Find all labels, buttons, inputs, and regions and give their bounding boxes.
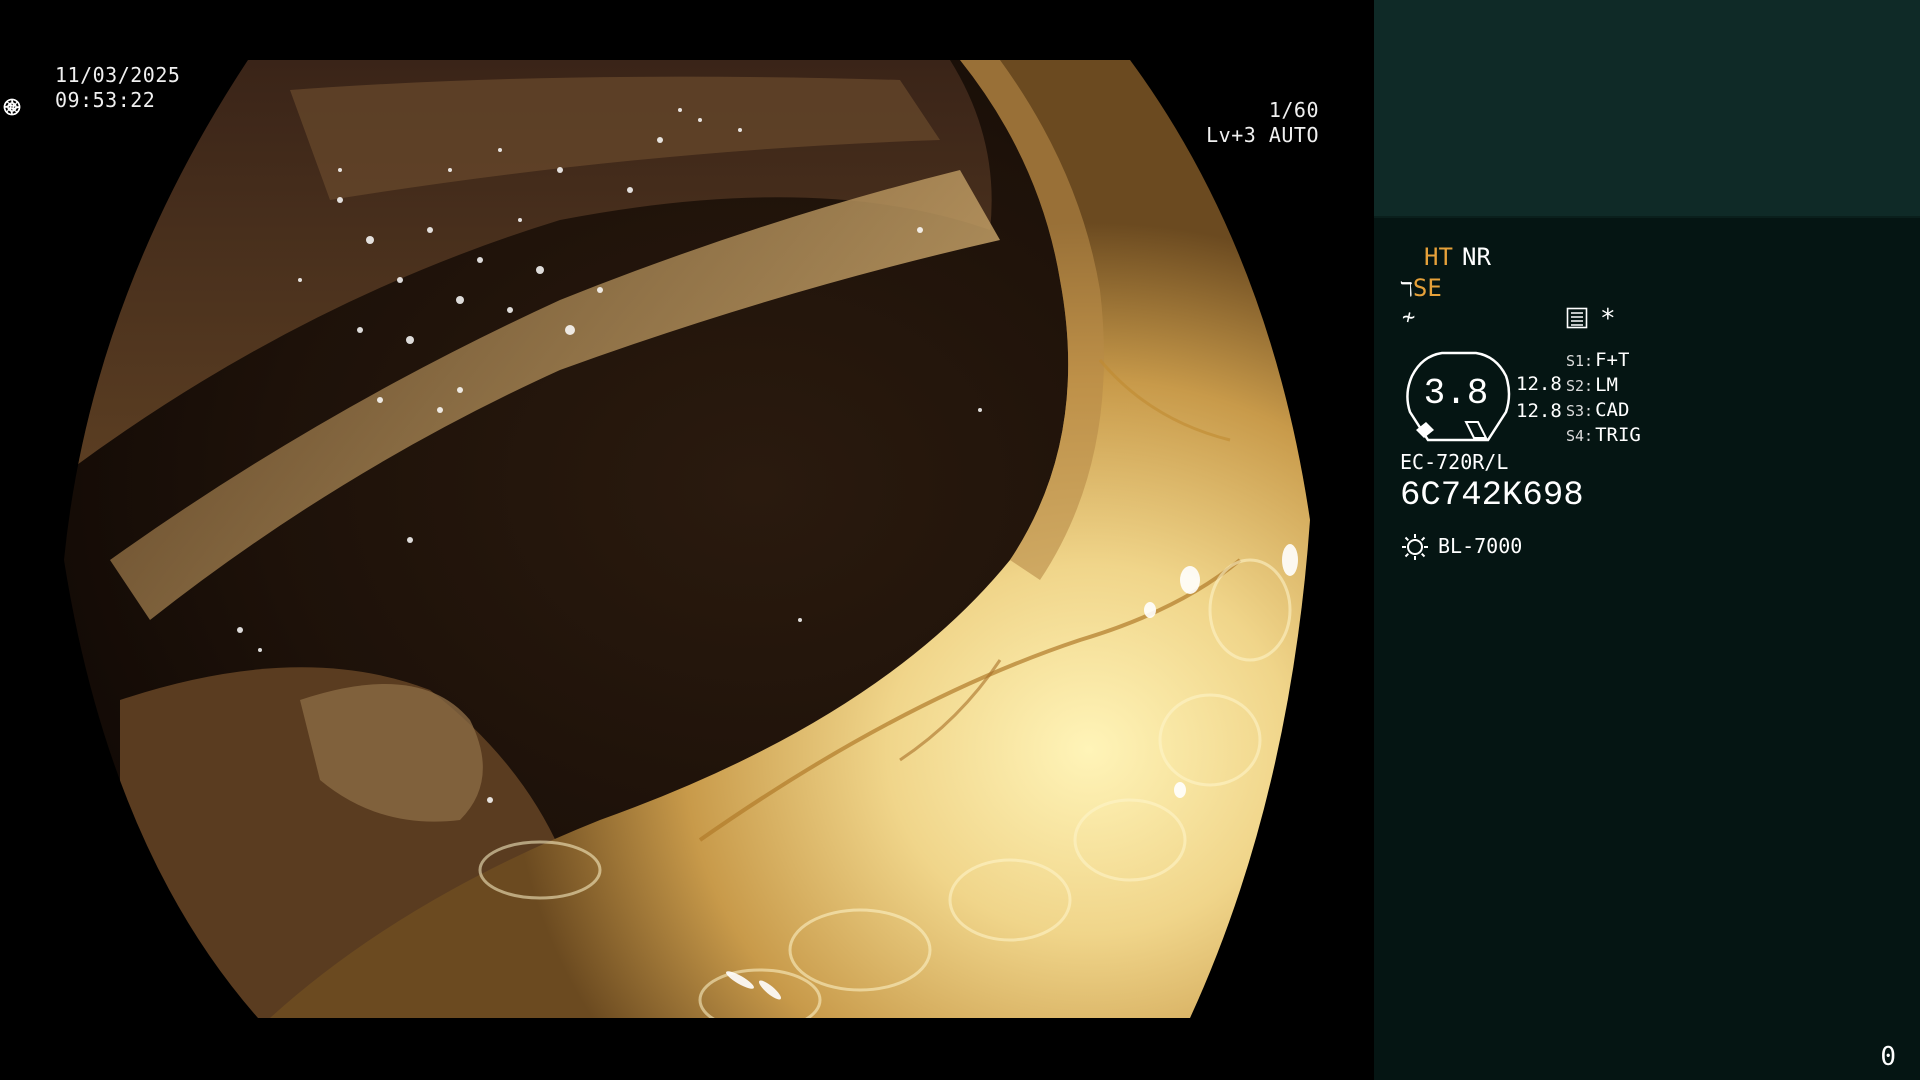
switch-value: F+T bbox=[1595, 349, 1630, 371]
switch-s4: S4: TRIG bbox=[1566, 423, 1641, 448]
switch-key: S1: bbox=[1566, 352, 1594, 370]
date-text: 11/03/2025 bbox=[55, 63, 181, 87]
iris-icon bbox=[3, 98, 21, 116]
image-counter: 0 bbox=[1880, 1042, 1896, 1072]
scope-serial-number: 6C742K698 bbox=[1400, 477, 1584, 515]
color-enhance-icon: ≁ bbox=[1402, 305, 1416, 330]
thumbnail-area bbox=[1374, 0, 1920, 218]
exposure-readout: 1/60 Lv+3 AUTO bbox=[0, 98, 1374, 148]
ht-mode-label: HT bbox=[1424, 243, 1453, 271]
info-panel: HT NR ℸSE ≁ * 3.8 12.8 12.8 S1: F+T S2: LM… bbox=[1374, 0, 1920, 1080]
switch-key: S2: bbox=[1566, 377, 1594, 395]
shutter-row: 1/60 bbox=[0, 98, 1374, 123]
structure-enhance-icon: ℸ bbox=[1400, 277, 1413, 301]
scope-model: EC-720R/L bbox=[1400, 450, 1509, 474]
switch-s1: S1: F+T bbox=[1566, 348, 1629, 373]
se-label: SE bbox=[1412, 274, 1442, 302]
level-row: Lv+3 AUTO bbox=[0, 98, 1374, 148]
level-text: Lv+3 AUTO bbox=[1206, 123, 1319, 147]
gain-value-2: 12.8 bbox=[1516, 400, 1562, 422]
switch-value: TRIG bbox=[1595, 424, 1641, 446]
se-row: ℸSE bbox=[1400, 274, 1442, 303]
switch-s3: S3: CAD bbox=[1566, 398, 1629, 423]
zoom-value: 3.8 bbox=[1423, 373, 1489, 414]
switch-s2: S2: LM bbox=[1566, 373, 1618, 398]
light-source-label: BL-7000 bbox=[1438, 534, 1523, 558]
endoscope-image bbox=[64, 60, 1310, 1018]
settings-list-icon bbox=[1566, 307, 1588, 329]
switch-value: CAD bbox=[1595, 399, 1630, 421]
switch-key: S3: bbox=[1566, 402, 1594, 420]
gain-value-1: 12.8 bbox=[1516, 373, 1562, 395]
star-indicator: * bbox=[1600, 304, 1616, 334]
endoscope-view: 11/03/2025 09:53:22 1/60 Lv+3 AUTO bbox=[0, 0, 1374, 1080]
shutter-speed: 1/60 bbox=[1268, 98, 1319, 122]
nr-mode-label: NR bbox=[1462, 243, 1491, 271]
light-source-icon bbox=[1402, 534, 1428, 560]
switch-key: S4: bbox=[1566, 427, 1594, 445]
switch-value: LM bbox=[1595, 374, 1618, 396]
